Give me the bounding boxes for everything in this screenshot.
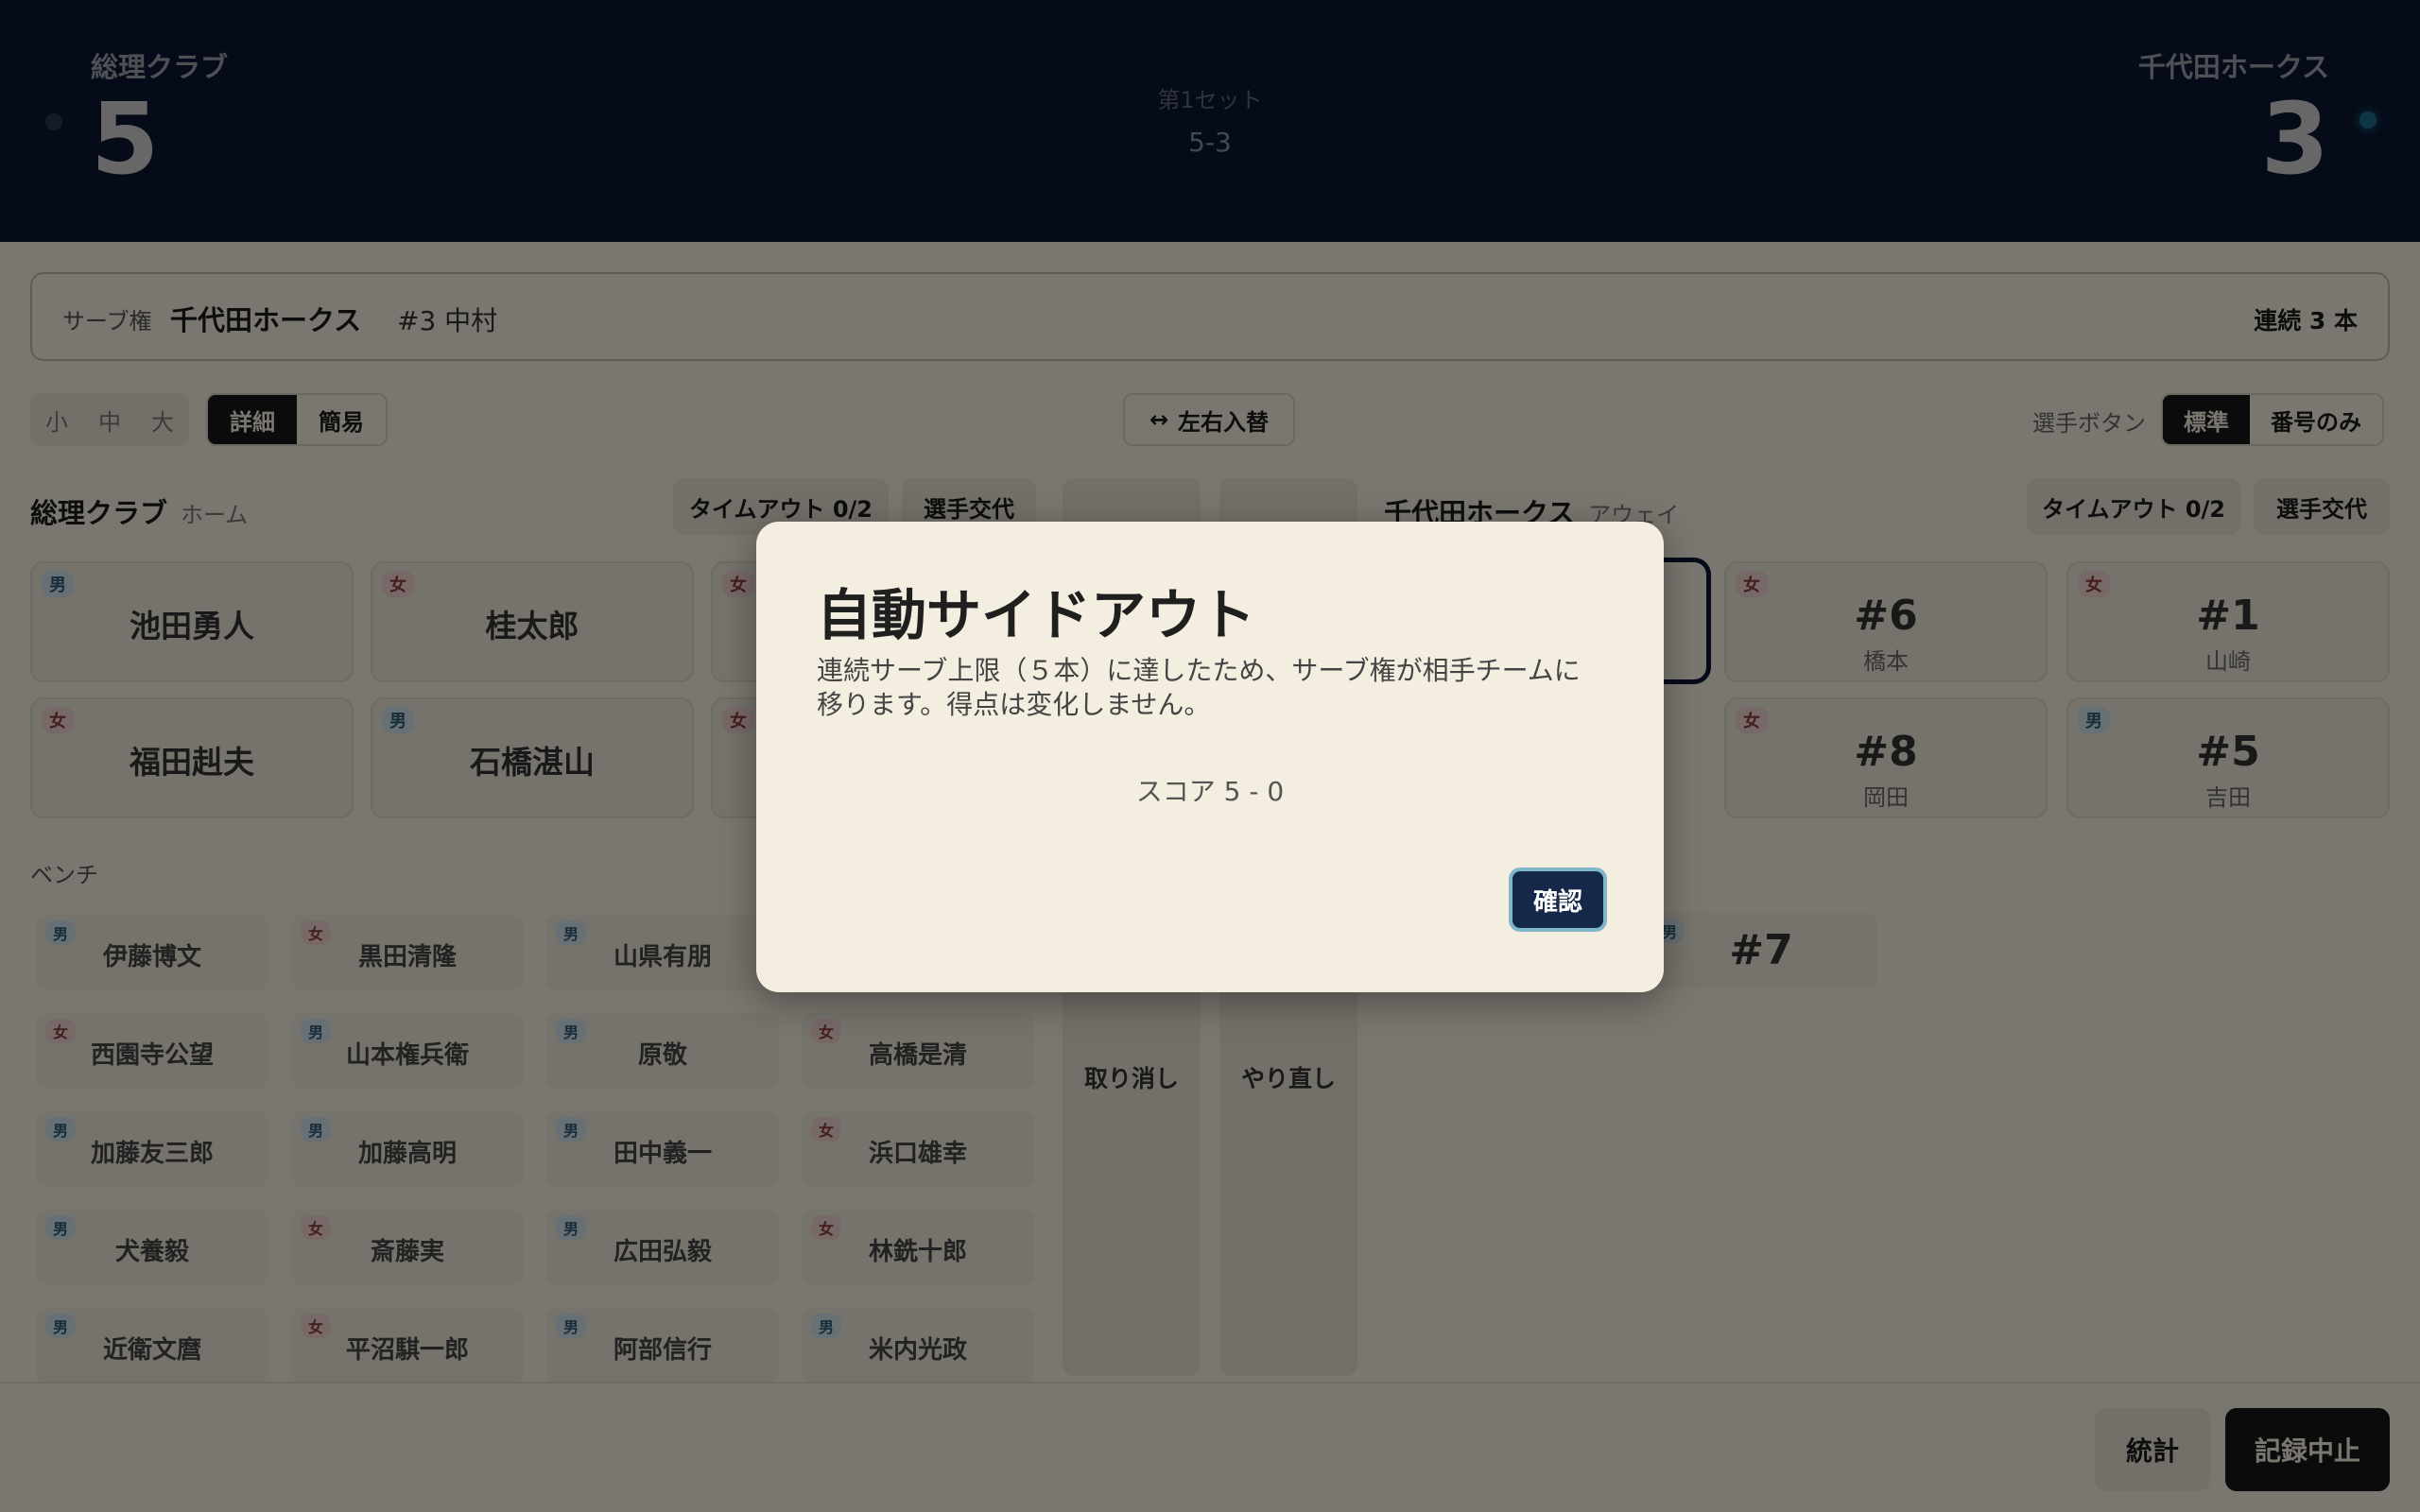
confirm-button[interactable]: 確認 <box>1509 868 1607 932</box>
dialog-message: 連続サーブ上限（５本）に達したため、サーブ権が相手チームに移ります。得点は変化し… <box>817 655 1581 721</box>
dialog-score: スコア 5 - 0 <box>1135 776 1285 807</box>
dialog-title: 自動サイドアウト <box>817 583 1256 647</box>
auto-sideout-dialog: 自動サイドアウト 連続サーブ上限（５本）に達したため、サーブ権が相手チームに移り… <box>756 522 1664 992</box>
